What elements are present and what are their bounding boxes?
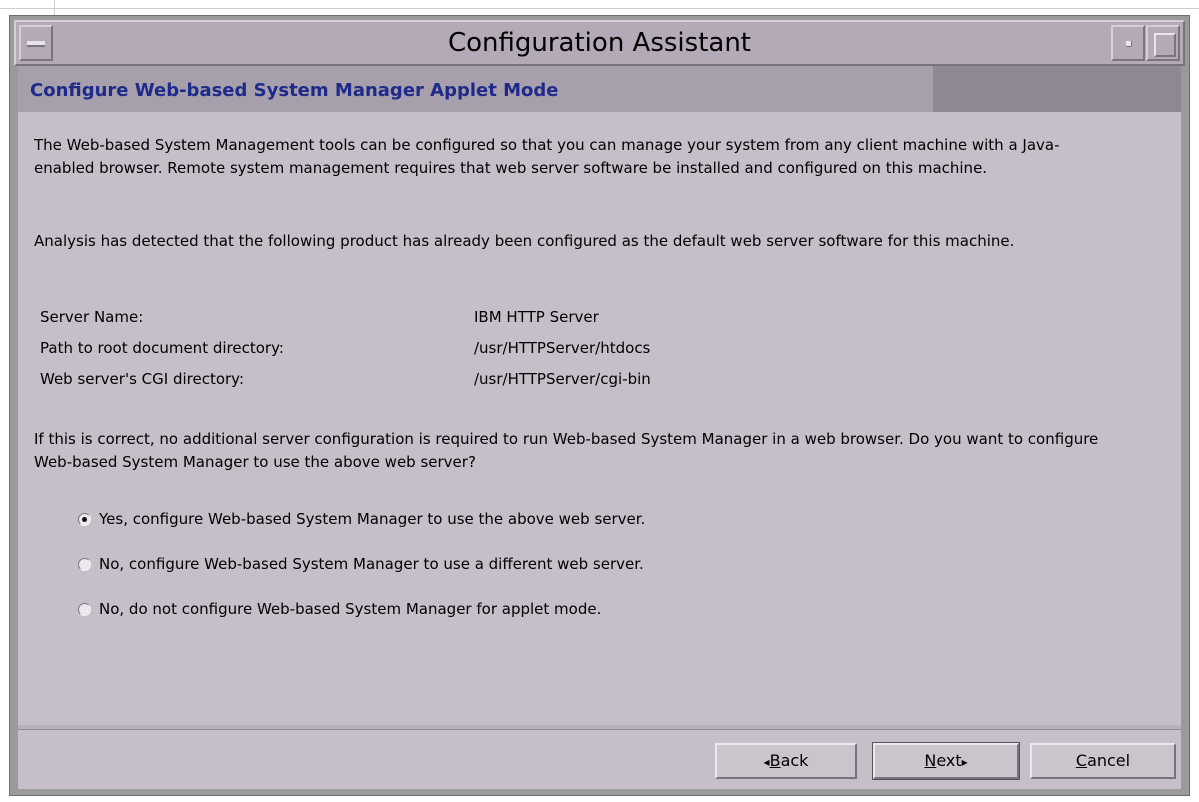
screen-edge-top: [0, 8, 1199, 9]
cancel-mnemonic: C: [1075, 751, 1088, 770]
option-use-above-server[interactable]: Yes, configure Web-based System Manager …: [78, 508, 645, 530]
window-title: Configuration Assistant: [447, 28, 752, 58]
page-header: Configure Web-based System Manager Apple…: [18, 66, 1181, 112]
option-label: No, do not configure Web-based System Ma…: [99, 600, 602, 618]
cgi-dir-label: Web server's CGI directory:: [40, 370, 245, 388]
button-bar: ◂Back Next▸ Cancel: [18, 729, 1181, 789]
window-menu-button[interactable]: [19, 25, 53, 61]
next-label-rest: ext: [936, 751, 962, 770]
title-bar[interactable]: Configuration Assistant: [14, 20, 1185, 66]
maximize-icon: [1154, 33, 1176, 57]
cancel-label-rest: ancel: [1087, 751, 1131, 770]
screen-edge-tick: [54, 0, 55, 15]
doc-root-value: /usr/HTTPServer/htdocs: [474, 339, 651, 357]
server-name-label: Server Name:: [40, 308, 144, 326]
question-text: If this is correct, no additional server…: [34, 430, 1099, 471]
configuration-assistant-window: Configuration Assistant Configure Web-ba…: [9, 15, 1190, 796]
next-arrow-icon: ▸: [961, 755, 968, 769]
option-no-applet-mode[interactable]: No, do not configure Web-based System Ma…: [78, 598, 601, 620]
option-label: Yes, configure Web-based System Manager …: [99, 510, 646, 528]
server-name-value: IBM HTTP Server: [474, 308, 599, 326]
cgi-dir-value: /usr/HTTPServer/cgi-bin: [474, 370, 651, 388]
radio-button[interactable]: [78, 512, 91, 526]
window-menu-icon: [27, 41, 45, 47]
cancel-button[interactable]: Cancel: [1030, 743, 1176, 779]
doc-root-label: Path to root document directory:: [40, 339, 284, 357]
content-panel: The Web-based System Management tools ca…: [18, 112, 1181, 725]
option-use-different-server[interactable]: No, configure Web-based System Manager t…: [78, 553, 644, 575]
intro-text: The Web-based System Management tools ca…: [34, 136, 1060, 177]
maximize-button[interactable]: [1146, 25, 1180, 61]
back-label-rest: ack: [780, 751, 809, 770]
dialog-client-area: Configure Web-based System Manager Apple…: [18, 66, 1181, 789]
radio-button[interactable]: [78, 557, 91, 571]
page-title: Configure Web-based System Manager Apple…: [30, 80, 559, 101]
next-button[interactable]: Next▸: [873, 743, 1019, 779]
radio-button[interactable]: [78, 602, 91, 616]
analysis-text: Analysis has detected that the following…: [34, 232, 1015, 250]
option-label: No, configure Web-based System Manager t…: [99, 555, 644, 573]
minimize-button[interactable]: [1111, 25, 1145, 61]
minimize-icon: [1126, 41, 1132, 47]
back-mnemonic: B: [769, 751, 781, 770]
back-button[interactable]: ◂Back: [715, 743, 857, 779]
header-graphic-panel: [933, 66, 1181, 112]
next-mnemonic: N: [924, 751, 937, 770]
